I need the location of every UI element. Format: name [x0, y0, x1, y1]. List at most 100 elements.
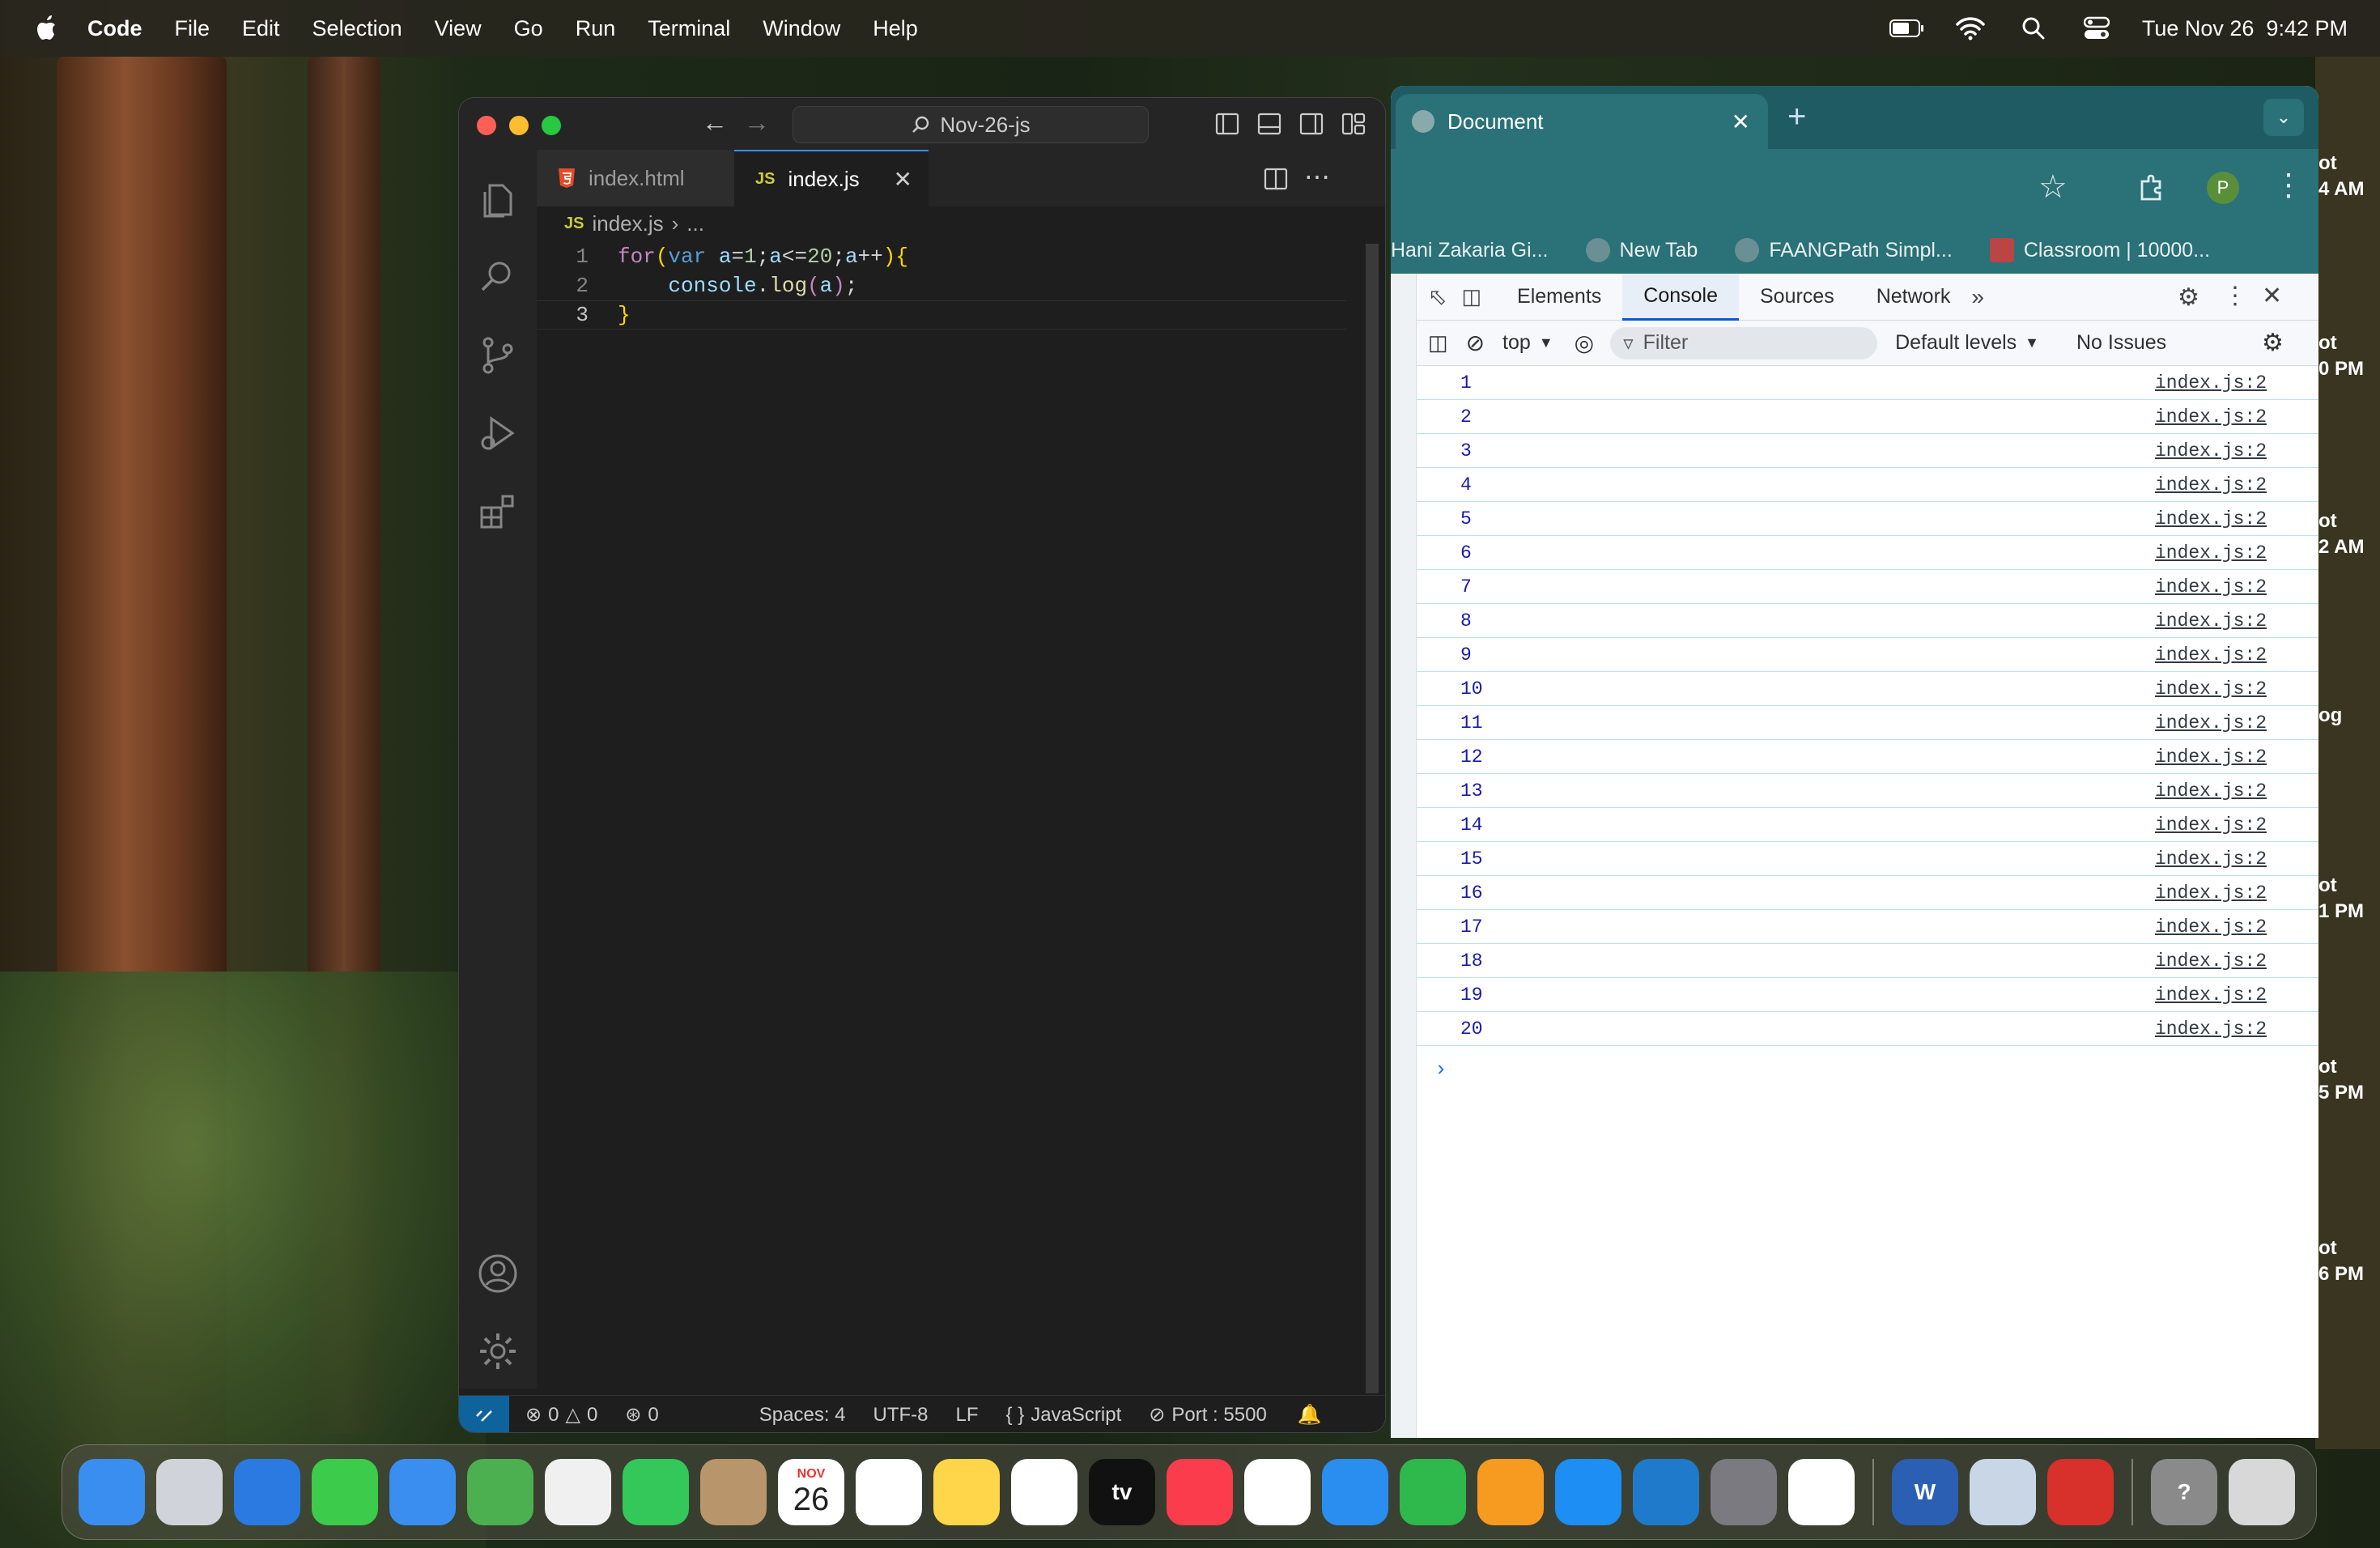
dock-safari-icon[interactable]: [234, 1459, 300, 1525]
editor-scrollbar[interactable]: [1366, 244, 1379, 1393]
battery-icon[interactable]: [1889, 12, 1925, 45]
console-log-row[interactable]: 8 index.js:2: [1417, 604, 2318, 638]
menu-terminal[interactable]: Terminal: [648, 16, 730, 41]
back-arrow-icon[interactable]: ←: [702, 108, 728, 138]
console-log-row[interactable]: 6 index.js:2: [1417, 536, 2318, 570]
console-source-link[interactable]: index.js:2: [2155, 576, 2267, 598]
console-source-link[interactable]: index.js:2: [2155, 508, 2267, 529]
dock-messages-icon[interactable]: [312, 1459, 378, 1525]
chrome-menu-icon[interactable]: ⋮: [2273, 167, 2304, 203]
more-actions-icon[interactable]: ⋯: [1304, 161, 1330, 192]
context-selector[interactable]: top ▼: [1502, 331, 1553, 355]
run-and-debug-icon[interactable]: [477, 412, 519, 454]
devtools-tab-sources[interactable]: Sources: [1739, 274, 1855, 321]
dock-calendar-icon[interactable]: NOV 26: [778, 1459, 844, 1525]
device-toolbar-icon[interactable]: ◫: [1461, 284, 1481, 309]
console-source-link[interactable]: index.js:2: [2155, 985, 2267, 1006]
console-log-row[interactable]: 20 index.js:2: [1417, 1012, 2318, 1046]
dock-reminders-icon[interactable]: [856, 1459, 922, 1525]
console-log-row[interactable]: 19 index.js:2: [1417, 978, 2318, 1012]
tab-index-js[interactable]: JS index.js ✕: [734, 150, 929, 206]
browser-tab[interactable]: Document ✕: [1396, 94, 1768, 149]
console-source-link[interactable]: index.js:2: [2155, 882, 2267, 904]
code-line[interactable]: 1 for(var a=1;a<=20;a++){: [537, 242, 1346, 271]
code-line[interactable]: 3 }: [537, 300, 1346, 330]
console-settings-icon[interactable]: ⚙: [2262, 329, 2284, 357]
dock-photo-booth-icon[interactable]: [2047, 1459, 2114, 1525]
tab-search-button[interactable]: ⌄: [2263, 99, 2304, 136]
new-tab-button[interactable]: +: [1787, 99, 1806, 135]
console-log-row[interactable]: 15 index.js:2: [1417, 842, 2318, 876]
console-source-link[interactable]: index.js:2: [2155, 440, 2267, 461]
dock-word-icon[interactable]: W: [1892, 1459, 1958, 1525]
devtools-menu-icon[interactable]: ⋮: [2223, 282, 2247, 310]
console-log-row[interactable]: 10 index.js:2: [1417, 672, 2318, 706]
sidebar-toggle-icon[interactable]: ◫: [1428, 330, 1448, 355]
devtools-settings-icon[interactable]: ⚙: [2178, 283, 2199, 312]
console-log-row[interactable]: 7 index.js:2: [1417, 570, 2318, 604]
wifi-icon[interactable]: [1953, 12, 1988, 45]
dock-contacts-icon[interactable]: [700, 1459, 767, 1525]
tab-index-html[interactable]: index.html: [537, 150, 734, 206]
toggle-primary-sidebar-icon[interactable]: [1215, 113, 1239, 135]
breadcrumb-symbols[interactable]: ...: [686, 211, 704, 236]
notifications-bell-icon[interactable]: 🔔: [1298, 1403, 1322, 1427]
live-expression-eye-icon[interactable]: ◎: [1575, 330, 1594, 356]
dock-pages-icon[interactable]: [1477, 1459, 1544, 1525]
console-filter-input[interactable]: ▿ Filter: [1610, 326, 1878, 359]
console-prompt-chevron-icon[interactable]: ›: [1434, 1057, 1447, 1082]
close-tab-icon[interactable]: ✕: [894, 166, 912, 193]
bookmark-item[interactable]: Classroom | 10000...: [1989, 238, 2210, 262]
command-center-search[interactable]: Nov-26-js: [793, 106, 1149, 143]
dock-mail-icon[interactable]: [389, 1459, 456, 1525]
ports-indicator[interactable]: ⊛ 0: [625, 1403, 658, 1427]
console-source-link[interactable]: index.js:2: [2155, 406, 2267, 427]
dock-photos-icon[interactable]: [545, 1459, 611, 1525]
menu-file[interactable]: File: [175, 16, 210, 41]
spotlight-search-icon[interactable]: [2016, 12, 2051, 45]
devtools-tab-network[interactable]: Network: [1855, 274, 1972, 321]
dock-keynote-icon[interactable]: [1322, 1459, 1388, 1525]
eol-status[interactable]: LF: [956, 1404, 979, 1427]
close-tab-icon[interactable]: ✕: [1732, 108, 1750, 135]
dock-freeform-icon[interactable]: [1011, 1459, 1077, 1525]
dock-vscode-icon[interactable]: [1633, 1459, 1699, 1525]
menu-view[interactable]: View: [435, 16, 482, 41]
console-source-link[interactable]: index.js:2: [2155, 372, 2267, 393]
console-log-row[interactable]: 1 index.js:2: [1417, 366, 2318, 400]
console-source-link[interactable]: index.js:2: [2155, 678, 2267, 700]
devtools-tab-elements[interactable]: Elements: [1496, 274, 1622, 321]
console-source-link[interactable]: index.js:2: [2155, 916, 2267, 938]
console-log-row[interactable]: 14 index.js:2: [1417, 808, 2318, 842]
console-source-link[interactable]: index.js:2: [2155, 474, 2267, 495]
remote-indicator-icon[interactable]: [459, 1395, 509, 1432]
dock-notes-icon[interactable]: [933, 1459, 1000, 1525]
dock-maps-icon[interactable]: [467, 1459, 533, 1525]
problems-indicator[interactable]: ⊗ 0 △ 0: [525, 1403, 597, 1427]
dock-app-store-icon[interactable]: [1555, 1459, 1621, 1525]
console-log-row[interactable]: 2 index.js:2: [1417, 400, 2318, 434]
bookmark-item[interactable]: FAANGPath Simpl...: [1735, 238, 1953, 262]
dock-launchpad-icon[interactable]: [156, 1459, 223, 1525]
dock-music-icon[interactable]: [1167, 1459, 1233, 1525]
console-source-link[interactable]: index.js:2: [2155, 848, 2267, 870]
dock-help-icon[interactable]: ?: [2151, 1459, 2217, 1525]
console-log-row[interactable]: 9 index.js:2: [1417, 638, 2318, 672]
minimize-window-button[interactable]: [509, 116, 529, 135]
dock-chrome-icon[interactable]: [1788, 1459, 1855, 1525]
menu-help[interactable]: Help: [873, 16, 918, 41]
console-source-link[interactable]: index.js:2: [2155, 780, 2267, 802]
dock-preview-icon[interactable]: [1970, 1459, 2036, 1525]
source-control-icon[interactable]: [477, 334, 519, 376]
dock-finder-icon[interactable]: [79, 1459, 145, 1525]
inspect-element-icon[interactable]: ⬁: [1428, 283, 1447, 310]
language-mode[interactable]: { } JavaScript: [1006, 1404, 1122, 1427]
page-viewport[interactable]: [1391, 274, 1417, 1438]
dock-trash-icon[interactable]: [2229, 1459, 2295, 1525]
indentation-status[interactable]: Spaces: 4: [759, 1404, 846, 1427]
menu-window[interactable]: Window: [763, 16, 840, 41]
console-source-link[interactable]: index.js:2: [2155, 712, 2267, 734]
explorer-icon[interactable]: [477, 179, 519, 221]
code-line[interactable]: 2 console.log(a);: [537, 271, 1346, 300]
console-log-row[interactable]: 17 index.js:2: [1417, 910, 2318, 944]
